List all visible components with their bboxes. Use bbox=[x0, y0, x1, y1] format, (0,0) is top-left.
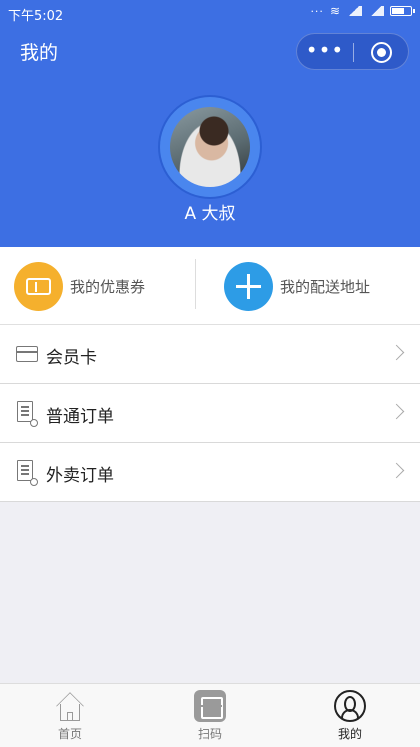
profile-header: 下午5:02 ··· ≋ 我的 ••• A 大叔 bbox=[0, 0, 420, 247]
status-time: 下午5:02 bbox=[8, 9, 64, 24]
miniprogram-capsule: ••• bbox=[296, 33, 409, 70]
ticket-icon bbox=[14, 261, 63, 311]
coupons-label: 我的优惠券 bbox=[70, 277, 146, 296]
avatar-ring bbox=[160, 97, 260, 197]
quick-actions: 我的优惠券 我的配送地址 bbox=[0, 247, 420, 325]
delivery-address-label: 我的配送地址 bbox=[280, 277, 371, 296]
notification-dots-icon: ··· bbox=[310, 4, 324, 18]
more-button[interactable]: ••• bbox=[297, 34, 353, 71]
battery-icon bbox=[390, 6, 415, 16]
scan-icon bbox=[194, 690, 226, 722]
quick-actions-divider bbox=[195, 259, 196, 309]
avatar[interactable] bbox=[170, 107, 250, 187]
menu-list: 会员卡 普通订单 外卖订单 bbox=[0, 325, 420, 502]
order-doc-icon bbox=[17, 401, 38, 427]
signal-icon bbox=[346, 6, 362, 16]
user-icon bbox=[334, 690, 366, 722]
tab-label: 扫码 bbox=[197, 727, 222, 741]
tab-scan[interactable]: 扫码 bbox=[170, 684, 250, 747]
tab-label: 首页 bbox=[57, 727, 82, 741]
menu-item-label: 外卖订单 bbox=[46, 466, 114, 486]
username: A 大叔 bbox=[184, 204, 236, 224]
order-doc-icon bbox=[17, 460, 38, 486]
home-icon bbox=[54, 690, 86, 722]
menu-item-label: 会员卡 bbox=[46, 348, 97, 368]
chevron-right-icon bbox=[388, 403, 405, 420]
status-bar: 下午5:02 ··· ≋ bbox=[0, 0, 420, 26]
chevron-right-icon bbox=[388, 462, 405, 479]
close-miniprogram-icon[interactable] bbox=[371, 42, 392, 63]
plus-icon bbox=[224, 261, 273, 311]
tab-home[interactable]: 首页 bbox=[30, 684, 110, 747]
coupons-button[interactable]: 我的优惠券 bbox=[14, 247, 145, 325]
page-title: 我的 bbox=[20, 42, 59, 64]
chevron-right-icon bbox=[388, 344, 405, 361]
menu-item-membership-card[interactable]: 会员卡 bbox=[0, 325, 420, 384]
status-icons: ··· ≋ bbox=[310, 4, 415, 18]
tab-me[interactable]: 我的 bbox=[310, 684, 390, 747]
wifi-icon: ≋ bbox=[329, 4, 340, 18]
delivery-address-button[interactable]: 我的配送地址 bbox=[224, 247, 370, 325]
signal-icon-2 bbox=[368, 6, 384, 16]
menu-item-takeout-orders[interactable]: 外卖订单 bbox=[0, 443, 420, 502]
tab-label: 我的 bbox=[337, 727, 362, 741]
tab-bar: 首页 扫码 我的 bbox=[0, 683, 420, 747]
capsule-divider bbox=[353, 43, 354, 62]
menu-item-label: 普通订单 bbox=[46, 407, 114, 427]
card-icon bbox=[16, 346, 38, 362]
menu-item-regular-orders[interactable]: 普通订单 bbox=[0, 384, 420, 443]
